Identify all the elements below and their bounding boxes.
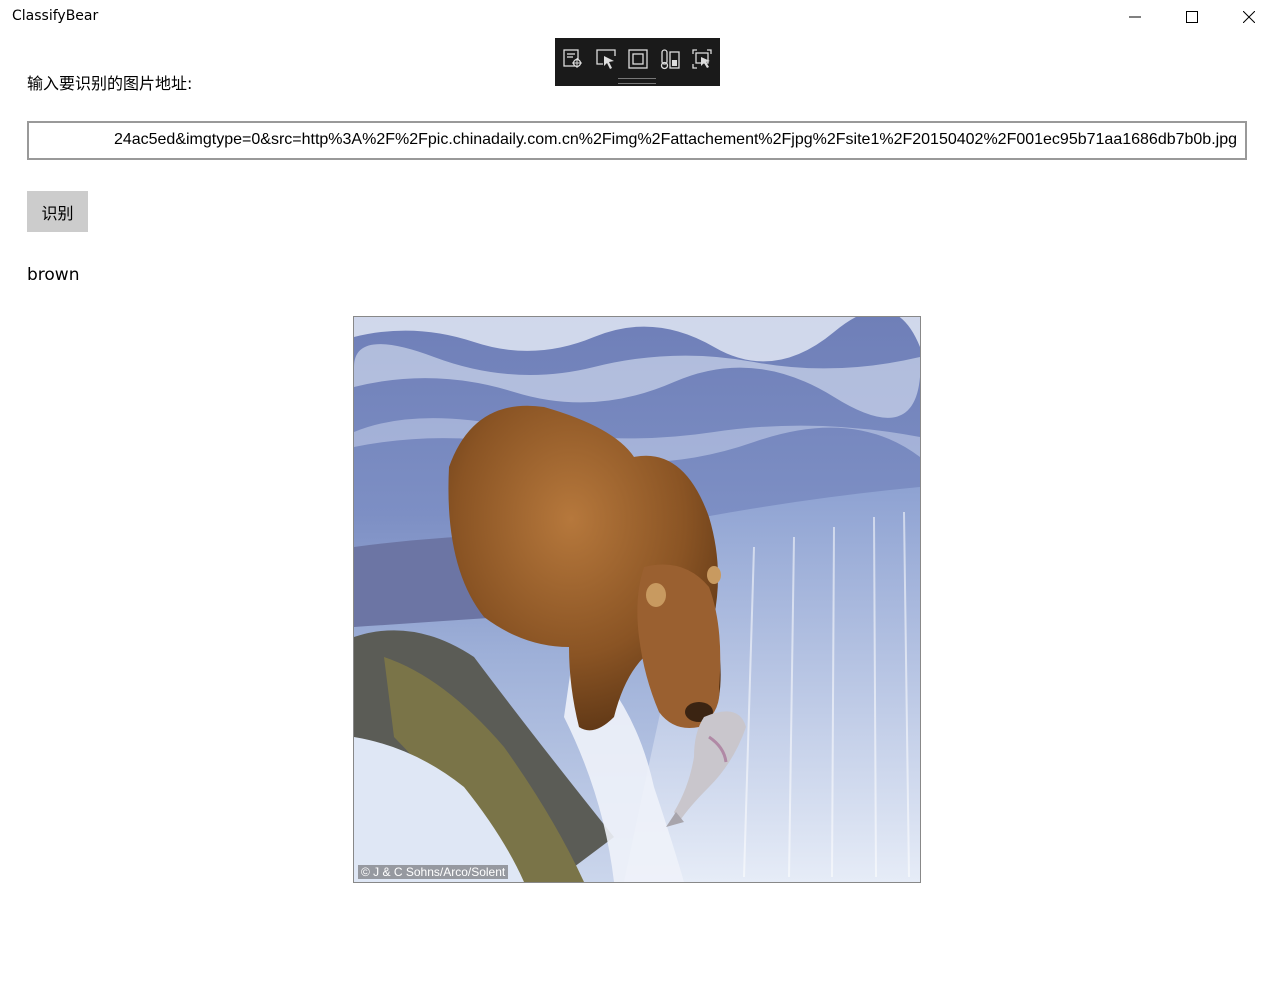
image-url-value: 24ac5ed&imgtype=0&src=http%3A%2F%2Fpic.c… (113, 131, 1237, 148)
title-bar[interactable]: ClassifyBear (0, 0, 1278, 33)
toolbar-drag-grip[interactable] (618, 78, 656, 84)
classification-result: brown (27, 265, 80, 285)
in-app-debug-toolbar[interactable] (555, 38, 720, 86)
url-prompt-label: 输入要识别的图片地址: (27, 74, 193, 93)
minimize-button[interactable] (1106, 0, 1163, 33)
display-layout-adorners-icon (628, 49, 648, 69)
window-title: ClassifyBear (12, 8, 99, 24)
live-visual-tree-icon (563, 49, 582, 68)
select-element-icon (596, 49, 616, 69)
close-button[interactable] (1220, 0, 1277, 33)
track-focus-icon (660, 49, 680, 70)
track-focus-button[interactable] (657, 46, 683, 72)
select-element-cursor-icon (692, 49, 712, 69)
select-element-button[interactable] (593, 46, 619, 72)
bear-photo-image (354, 317, 920, 882)
photo-credit: © J & C Sohns/Arco/Solent (358, 865, 509, 879)
select-element-cursor-button[interactable] (689, 46, 715, 72)
maximize-icon (1185, 10, 1198, 23)
live-visual-tree-button[interactable] (560, 46, 586, 72)
bear-photo: © J & C Sohns/Arco/Solent (353, 316, 921, 883)
close-icon (1242, 10, 1255, 23)
recognize-button[interactable]: 识别 (27, 191, 88, 232)
display-layout-adorners-button[interactable] (625, 46, 651, 72)
maximize-button[interactable] (1163, 0, 1220, 33)
image-url-input[interactable]: 24ac5ed&imgtype=0&src=http%3A%2F%2Fpic.c… (27, 121, 1247, 160)
app-window: ClassifyBear 输入要识别的图片地址: 24ac5ed&imgtype… (0, 0, 1278, 995)
minimize-icon (1128, 16, 1141, 17)
